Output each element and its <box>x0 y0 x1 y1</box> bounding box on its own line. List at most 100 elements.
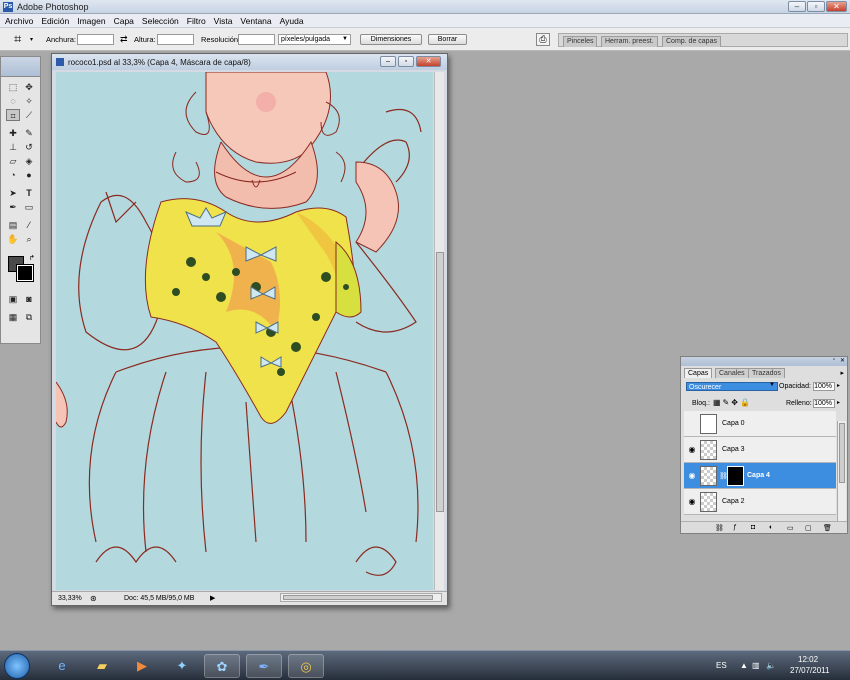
tab-canales[interactable]: Canales <box>715 368 749 378</box>
magic-wand-tool-icon[interactable]: ✧ <box>22 95 36 107</box>
panel-menu-icon[interactable]: ▸ <box>840 369 844 377</box>
status-arrow-icon[interactable]: ▶ <box>210 594 215 602</box>
doc-close-button[interactable]: ✕ <box>416 56 441 67</box>
width-input[interactable] <box>77 34 114 45</box>
layer-mask-thumbnail[interactable] <box>727 466 744 486</box>
menu-imagen[interactable]: Imagen <box>73 14 109 28</box>
panel-minimize-icon[interactable]: ▫ <box>833 357 835 363</box>
layers-scrollbar[interactable] <box>837 421 846 521</box>
units-select[interactable]: píxeles/pulgada ▼ <box>278 34 351 45</box>
dimensions-button[interactable]: Dimensiones <box>360 34 422 45</box>
document-title-bar[interactable]: rococo1.psd al 33,3% (Capa 4, Máscara de… <box>52 54 447 70</box>
hand-tool-icon[interactable]: ✋ <box>6 233 20 245</box>
tab-trazados[interactable]: Trazados <box>748 368 785 378</box>
height-input[interactable] <box>157 34 194 45</box>
background-color-swatch[interactable] <box>16 264 34 282</box>
brush-tool-icon[interactable]: ✎ <box>22 127 36 139</box>
swap-icon[interactable]: ⇄ <box>120 34 128 45</box>
screen-mode-icon[interactable]: ▦ <box>6 311 20 323</box>
dodge-tool-icon[interactable]: ● <box>22 169 36 181</box>
menu-edicion[interactable]: Edición <box>37 14 73 28</box>
menu-vista[interactable]: Vista <box>210 14 237 28</box>
toolbox-header[interactable] <box>1 57 40 77</box>
path-selection-icon[interactable]: ➤ <box>6 187 20 199</box>
horizontal-scroll-thumb[interactable] <box>283 595 433 600</box>
slice-tool-icon[interactable]: ⟋ <box>22 109 36 121</box>
new-group-icon[interactable]: ▭ <box>787 524 794 532</box>
tool-preset-arrow-icon[interactable]: ▾ <box>30 36 33 43</box>
clone-stamp-icon[interactable]: ⊥ <box>6 141 20 153</box>
opacity-input[interactable]: 100% <box>813 382 835 391</box>
tab-capas[interactable]: Capas <box>684 368 713 378</box>
healing-brush-icon[interactable]: ✚ <box>6 127 20 139</box>
layers-scroll-thumb[interactable] <box>839 423 845 483</box>
layer-row-capa-0[interactable]: Capa 0 <box>684 411 836 437</box>
tab-pinceles[interactable]: Pinceles <box>563 36 598 47</box>
fill-input[interactable]: 100% <box>813 399 835 408</box>
layer-row-capa-3[interactable]: ◉ Capa 3 <box>684 437 836 463</box>
visibility-eye-icon[interactable]: ◉ <box>686 470 698 482</box>
language-indicator[interactable]: ES <box>716 661 727 670</box>
blur-tool-icon[interactable]: ◔ <box>6 169 20 181</box>
zoom-tool-icon[interactable]: ⌕ <box>22 233 36 245</box>
history-brush-icon[interactable]: ↺ <box>22 141 36 153</box>
notes-tool-icon[interactable]: ▤ <box>6 219 20 231</box>
tray-arrow-icon[interactable]: ▲ <box>740 661 748 670</box>
layers-panel-header[interactable]: ▫ ✕ <box>681 357 847 366</box>
doc-maximize-button[interactable]: ▫ <box>398 56 414 67</box>
bridge-icon[interactable]: ⎙ <box>536 33 550 46</box>
delete-layer-icon[interactable]: 🗑 <box>823 524 832 532</box>
visibility-eye-icon[interactable]: ◉ <box>686 496 698 508</box>
lasso-tool-icon[interactable]: ◌ <box>6 95 20 107</box>
crop-tool-icon[interactable]: ⌗ <box>14 32 21 45</box>
minimize-button[interactable]: – <box>788 1 806 12</box>
resolution-input[interactable] <box>238 34 275 45</box>
link-layers-icon[interactable]: ⛓ <box>715 524 724 532</box>
quick-mask-icon[interactable]: ◙ <box>22 293 36 305</box>
move-tool-icon[interactable]: ✥ <box>22 81 36 93</box>
lock-icons[interactable]: ▦✎✥🔒 <box>713 398 752 407</box>
opacity-arrow-icon[interactable]: ▸ <box>837 382 840 389</box>
adjustment-layer-icon[interactable]: ◐ <box>769 524 773 531</box>
layer-style-icon[interactable]: ƒ <box>733 524 737 531</box>
menu-archivo[interactable]: Archivo <box>0 14 37 28</box>
clear-button[interactable]: Borrar <box>428 34 467 45</box>
clock-time[interactable]: 12:02 <box>798 655 818 664</box>
swap-colors-icon[interactable]: ↱ <box>29 254 35 262</box>
blend-mode-select[interactable]: Oscurecer <box>686 382 778 391</box>
horizontal-scrollbar[interactable] <box>280 593 442 602</box>
file-explorer-icon[interactable]: ▰ <box>84 654 120 678</box>
visibility-eye-icon[interactable]: ◉ <box>686 444 698 456</box>
crop-tool-button-icon[interactable]: ⌗ <box>6 109 20 121</box>
tab-herram-preest[interactable]: Herram. preest. <box>601 36 658 47</box>
menu-capa[interactable]: Capa <box>110 14 138 28</box>
close-button[interactable]: ✕ <box>826 1 847 12</box>
media-player-icon[interactable]: ▶ <box>124 654 160 678</box>
standard-mode-icon[interactable]: ▣ <box>6 293 20 305</box>
network-icon[interactable]: ▥ <box>752 661 760 670</box>
internet-explorer-icon[interactable]: e <box>44 654 80 678</box>
chrome-icon[interactable]: ◎ <box>288 654 324 678</box>
menu-seleccion[interactable]: Selección <box>138 14 183 28</box>
new-layer-icon[interactable]: ▢ <box>805 524 812 532</box>
type-tool-icon[interactable]: T <box>22 187 36 199</box>
volume-icon[interactable]: 🔈 <box>766 661 776 670</box>
clock-date[interactable]: 27/07/2011 <box>790 666 829 675</box>
fill-arrow-icon[interactable]: ▸ <box>837 399 840 406</box>
status-menu-icon[interactable]: ⊛ <box>90 594 97 603</box>
app-icon[interactable]: ✦ <box>164 654 200 678</box>
tab-comp-de-capas[interactable]: Comp. de capas <box>662 36 721 47</box>
maximize-button[interactable]: ▫ <box>807 1 825 12</box>
layer-row-capa-4[interactable]: ◉ ⛓ Capa 4 <box>684 463 836 489</box>
add-mask-icon[interactable]: ◘ <box>751 524 755 531</box>
messenger-icon[interactable]: ✿ <box>204 654 240 678</box>
eyedropper-tool-icon[interactable]: ⁄ <box>22 219 36 231</box>
layer-row-capa-2[interactable]: ◉ Capa 2 <box>684 489 836 515</box>
zoom-level[interactable]: 33,33% <box>58 595 82 602</box>
eraser-tool-icon[interactable]: ▱ <box>6 155 20 167</box>
start-button[interactable] <box>4 653 30 679</box>
paint-bucket-icon[interactable]: ◈ <box>22 155 36 167</box>
image-canvas[interactable] <box>56 72 433 590</box>
marquee-tool-icon[interactable]: ⬚ <box>6 81 20 93</box>
doc-minimize-button[interactable]: – <box>380 56 396 67</box>
